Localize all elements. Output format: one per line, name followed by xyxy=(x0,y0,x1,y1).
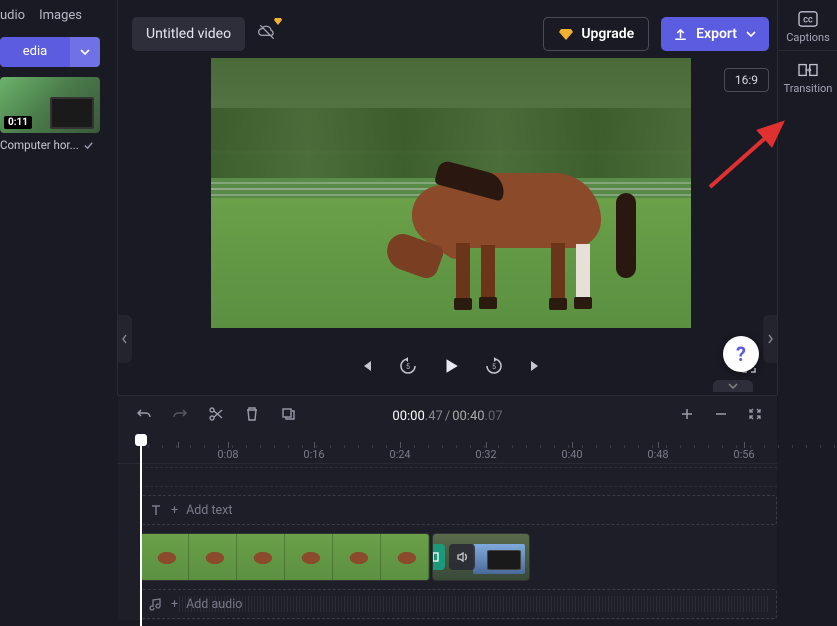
play-button[interactable] xyxy=(442,357,460,375)
tracks-area: + Add text + Add audio xyxy=(118,467,777,619)
gem-icon xyxy=(273,16,283,29)
collapse-left-panel[interactable] xyxy=(118,315,132,363)
chevron-down-icon xyxy=(745,28,757,40)
check-icon xyxy=(83,140,94,151)
drop-zone[interactable] xyxy=(140,467,777,487)
rewind-5-icon: 5 xyxy=(398,356,418,376)
svg-text:5: 5 xyxy=(406,363,410,371)
import-media-button[interactable]: edia xyxy=(0,37,70,67)
ruler-tick: 0:24 xyxy=(389,448,410,461)
forward-5-icon: 5 xyxy=(484,356,504,376)
video-track[interactable] xyxy=(140,533,777,581)
plus-icon xyxy=(679,406,695,422)
transition-icon xyxy=(432,550,439,564)
ruler-tick: 0:40 xyxy=(561,448,582,461)
ruler-tick: 0:48 xyxy=(647,448,668,461)
upload-icon xyxy=(673,27,688,42)
undo-button[interactable] xyxy=(136,406,152,426)
fit-icon xyxy=(747,406,763,422)
player-controls: 5 5 xyxy=(132,346,769,386)
help-button[interactable]: ? xyxy=(723,336,759,372)
zoom-in-button[interactable] xyxy=(679,406,695,426)
ruler-tick: 0:32 xyxy=(475,448,496,461)
top-bar: Untitled video Upgrade Export xyxy=(132,14,769,54)
duplicate-icon xyxy=(280,406,296,422)
duplicate-button[interactable] xyxy=(280,406,296,426)
rail-captions[interactable]: CC Captions xyxy=(778,0,837,51)
playhead[interactable] xyxy=(140,436,142,626)
media-thumbnail[interactable]: 0:11 Computer hor... xyxy=(0,77,100,152)
skip-back-icon xyxy=(358,358,374,374)
music-icon xyxy=(149,597,163,611)
preview-area: 16:9 xyxy=(132,58,769,395)
timeline-toolbar: 00:00.47/00:40.07 xyxy=(118,396,777,436)
video-clip-1[interactable] xyxy=(140,533,430,581)
rail-captions-label: Captions xyxy=(778,31,837,44)
svg-text:CC: CC xyxy=(803,16,813,25)
redo-button[interactable] xyxy=(172,406,188,426)
project-title[interactable]: Untitled video xyxy=(132,17,245,51)
export-button[interactable]: Export xyxy=(661,17,769,51)
minus-icon xyxy=(713,406,729,422)
upgrade-label: Upgrade xyxy=(581,26,634,42)
trash-icon xyxy=(244,406,260,422)
upgrade-button[interactable]: Upgrade xyxy=(543,17,649,51)
play-icon xyxy=(442,357,460,375)
media-panel: udio Images edia 0:11 Computer hor... xyxy=(0,0,118,395)
tab-images[interactable]: Images xyxy=(39,8,82,23)
thumb-duration: 0:11 xyxy=(4,116,32,129)
forward-button[interactable]: 5 xyxy=(484,356,504,376)
video-canvas[interactable] xyxy=(211,58,691,328)
zoom-out-button[interactable] xyxy=(713,406,729,426)
transition-badge[interactable] xyxy=(432,544,445,570)
thumb-label-text: Computer hor... xyxy=(0,138,79,152)
media-tabs: udio Images xyxy=(0,0,117,31)
add-audio-track[interactable]: + Add audio xyxy=(140,589,777,619)
clip-volume-button[interactable] xyxy=(449,544,475,570)
captions-icon: CC xyxy=(797,10,819,28)
timeline-time: 00:00.47/00:40.07 xyxy=(392,409,502,424)
video-clip-2[interactable] xyxy=(432,533,530,581)
redo-icon xyxy=(172,406,188,422)
split-button[interactable] xyxy=(208,406,224,426)
sync-status[interactable] xyxy=(257,22,277,46)
expand-panel-toggle[interactable] xyxy=(713,380,753,392)
export-label: Export xyxy=(696,26,737,42)
ruler-tick: 0:56 xyxy=(733,448,754,461)
skip-forward-icon xyxy=(528,358,544,374)
chevron-down-icon xyxy=(727,382,739,390)
chevron-left-icon xyxy=(121,334,129,344)
transition-icon xyxy=(797,61,819,79)
undo-icon xyxy=(136,406,152,422)
ruler-tick: 0:08 xyxy=(217,448,238,461)
skip-forward-button[interactable] xyxy=(528,358,544,374)
zoom-fit-button[interactable] xyxy=(747,406,763,426)
rail-transition[interactable]: Transition xyxy=(778,51,837,101)
svg-text:5: 5 xyxy=(492,363,496,371)
delete-button[interactable] xyxy=(244,406,260,426)
scissors-icon xyxy=(208,406,224,422)
skip-back-button[interactable] xyxy=(358,358,374,374)
diamond-icon xyxy=(558,26,574,42)
speaker-icon xyxy=(455,550,469,564)
chevron-down-icon xyxy=(79,46,91,58)
text-icon xyxy=(149,503,163,517)
tab-audio[interactable]: udio xyxy=(0,8,25,23)
rail-transition-label: Transition xyxy=(778,82,837,95)
add-text-label: Add text xyxy=(186,503,232,518)
ruler-tick: 0:16 xyxy=(303,448,324,461)
timeline-ruler[interactable]: 0:08 0:16 0:24 0:32 0:40 0:48 0:56 xyxy=(118,436,777,464)
rewind-button[interactable]: 5 xyxy=(398,356,418,376)
timeline-pane: 00:00.47/00:40.07 0:080:160:240:320:400:… xyxy=(118,395,777,620)
import-media-dropdown[interactable] xyxy=(70,37,100,67)
add-text-track[interactable]: + Add text xyxy=(140,495,777,525)
right-rail: CC Captions Transition xyxy=(777,0,837,395)
